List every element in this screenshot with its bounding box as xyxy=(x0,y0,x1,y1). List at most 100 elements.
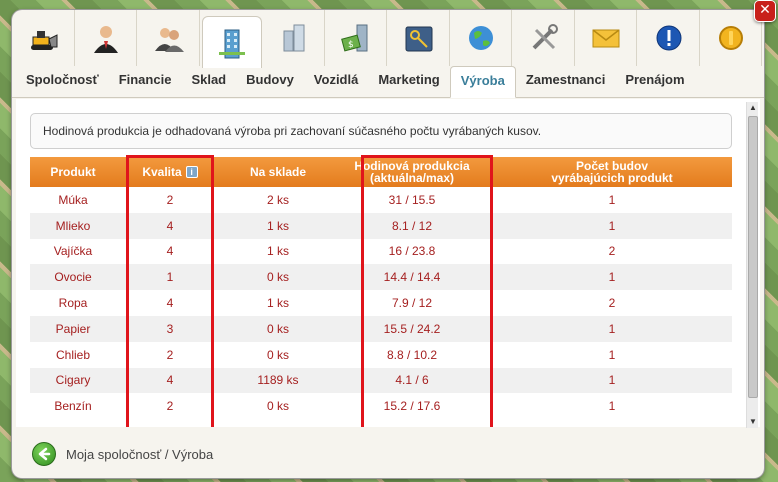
cell-product: Ropa xyxy=(30,290,116,316)
col-hourly-sublabel: (aktuálna/max) xyxy=(369,171,455,185)
icon-toolbar: $ xyxy=(12,10,764,68)
cell-buildings: 1 xyxy=(492,393,732,420)
scroll-down-icon[interactable]: ▼ xyxy=(747,416,759,428)
cell-product: Cigary xyxy=(30,367,116,394)
help-icon[interactable] xyxy=(639,10,700,66)
tab-prenajom[interactable]: Prenájom xyxy=(615,66,694,97)
col-quality-label: Kvalita xyxy=(142,164,182,179)
cell-quality: 4 xyxy=(116,212,224,239)
cell-product: Chlieb xyxy=(30,341,116,368)
cell-quality: 3 xyxy=(116,315,224,342)
arrow-left-icon xyxy=(38,447,51,461)
col-hourly-header[interactable]: Hodinová produkcia (aktuálna/max) xyxy=(332,157,492,187)
col-buildings-header[interactable]: Počet budov vyrábajúcich produkt xyxy=(492,157,732,187)
col-stock-header[interactable]: Na sklade xyxy=(224,157,332,187)
svg-text:$: $ xyxy=(348,40,354,50)
bulldozer-icon[interactable] xyxy=(14,10,75,66)
keys-icon[interactable] xyxy=(389,10,450,66)
production-panel: Hodinová produkcia je odhadovaná výroba … xyxy=(16,99,760,427)
cell-hourly: 7.9 / 12 xyxy=(332,290,492,316)
cell-product: Vajíčka xyxy=(30,238,116,265)
buildings-icon[interactable] xyxy=(264,10,325,66)
cell-stock: 2 ks xyxy=(224,187,332,213)
breadcrumb: Moja spoločnosť / Výroba xyxy=(66,446,214,462)
col-quality-header[interactable]: Kvalita i xyxy=(116,157,224,187)
vertical-scrollbar[interactable]: ▲ ▼ xyxy=(746,102,758,428)
cell-hourly: 15.2 / 17.6 xyxy=(332,393,492,420)
col-buildings-sublabel: vyrábajúcich produkt xyxy=(551,171,673,185)
cell-stock: 1189 ks xyxy=(224,367,332,394)
cell-stock: 0 ks xyxy=(224,341,332,368)
cell-hourly: 14.4 / 14.4 xyxy=(332,264,492,291)
cell-quality: 2 xyxy=(116,393,224,420)
production-table: Produkt Kvalita i Na sklade Hodinová prod… xyxy=(30,157,732,420)
col-product-header[interactable]: Produkt xyxy=(30,157,116,187)
tab-budovy[interactable]: Budovy xyxy=(236,66,304,97)
cell-stock: 0 ks xyxy=(224,264,332,291)
cell-buildings: 2 xyxy=(492,290,732,316)
close-button[interactable]: ✕ xyxy=(754,0,776,22)
cell-buildings: 1 xyxy=(492,212,732,239)
info-icon[interactable]: i xyxy=(185,166,198,179)
table-row[interactable]: Ropa 4 1 ks 7.9 / 12 2 xyxy=(30,290,732,316)
tab-sklad[interactable]: Sklad xyxy=(181,66,236,97)
table-row[interactable]: Mlieko 4 1 ks 8.1 / 12 1 xyxy=(30,212,732,239)
info-message: Hodinová produkcia je odhadovaná výroba … xyxy=(30,113,732,149)
cell-stock: 1 ks xyxy=(224,290,332,316)
table-header-row: Produkt Kvalita i Na sklade Hodinová prod… xyxy=(30,157,732,187)
cell-quality: 4 xyxy=(116,290,224,316)
scroll-thumb[interactable] xyxy=(748,116,758,398)
cell-quality: 2 xyxy=(116,341,224,368)
tools-icon[interactable] xyxy=(514,10,575,66)
employees-icon[interactable] xyxy=(139,10,200,66)
cell-product: Múka xyxy=(30,187,116,213)
businessman-icon[interactable] xyxy=(77,10,137,66)
cell-product: Mlieko xyxy=(30,212,116,239)
cell-product: Benzín xyxy=(30,393,116,420)
table-row[interactable]: Cigary 4 1189 ks 4.1 / 6 1 xyxy=(30,367,732,394)
cell-stock: 0 ks xyxy=(224,315,332,342)
tab-spolocnost[interactable]: Spoločnosť xyxy=(16,66,109,97)
tab-bar: Spoločnosť Financie Sklad Budovy Vozidlá… xyxy=(12,66,764,98)
tab-vyroba[interactable]: Výroba xyxy=(449,66,516,98)
cell-stock: 1 ks xyxy=(224,238,332,265)
footer-bar: Moja spoločnosť / Výroba xyxy=(12,430,764,478)
cell-quality: 2 xyxy=(116,187,224,213)
tab-vozidla[interactable]: Vozidlá xyxy=(304,66,369,97)
envelope-icon[interactable] xyxy=(577,10,637,66)
cell-stock: 0 ks xyxy=(224,393,332,420)
cell-quality: 4 xyxy=(116,367,224,394)
table-row[interactable]: Vajíčka 4 1 ks 16 / 23.8 2 xyxy=(30,238,732,265)
office-building-icon[interactable] xyxy=(201,16,262,68)
cell-buildings: 2 xyxy=(492,238,732,265)
globe-icon[interactable] xyxy=(452,10,512,66)
back-button[interactable] xyxy=(32,442,56,466)
cell-hourly: 8.8 / 10.2 xyxy=(332,341,492,368)
cell-quality: 4 xyxy=(116,238,224,265)
cell-product: Ovocie xyxy=(30,264,116,291)
table-row[interactable]: Múka 2 2 ks 31 / 15.5 1 xyxy=(30,187,732,213)
cell-product: Papier xyxy=(30,315,116,342)
table-row[interactable]: Papier 3 0 ks 15.5 / 24.2 1 xyxy=(30,315,732,342)
cell-buildings: 1 xyxy=(492,187,732,213)
cell-hourly: 8.1 / 12 xyxy=(332,212,492,239)
cell-quality: 1 xyxy=(116,264,224,291)
cell-buildings: 1 xyxy=(492,367,732,394)
cell-buildings: 1 xyxy=(492,341,732,368)
tab-financie[interactable]: Financie xyxy=(109,66,182,97)
cell-stock: 1 ks xyxy=(224,212,332,239)
tab-zamestnanci[interactable]: Zamestnanci xyxy=(516,66,615,97)
money-building-icon[interactable]: $ xyxy=(327,10,387,66)
cell-hourly: 16 / 23.8 xyxy=(332,238,492,265)
cell-buildings: 1 xyxy=(492,264,732,291)
coin-icon[interactable] xyxy=(702,10,762,66)
table-row[interactable]: Benzín 2 0 ks 15.2 / 17.6 1 xyxy=(30,393,732,420)
scroll-up-icon[interactable]: ▲ xyxy=(747,102,759,114)
tab-marketing[interactable]: Marketing xyxy=(368,66,449,97)
cell-buildings: 1 xyxy=(492,315,732,342)
table-row[interactable]: Ovocie 1 0 ks 14.4 / 14.4 1 xyxy=(30,264,732,291)
company-window: $ Spoločnosť Financie Sklad Budovy Vozid… xyxy=(12,10,764,478)
cell-hourly: 4.1 / 6 xyxy=(332,367,492,394)
table-row[interactable]: Chlieb 2 0 ks 8.8 / 10.2 1 xyxy=(30,341,732,368)
cell-hourly: 31 / 15.5 xyxy=(332,187,492,213)
